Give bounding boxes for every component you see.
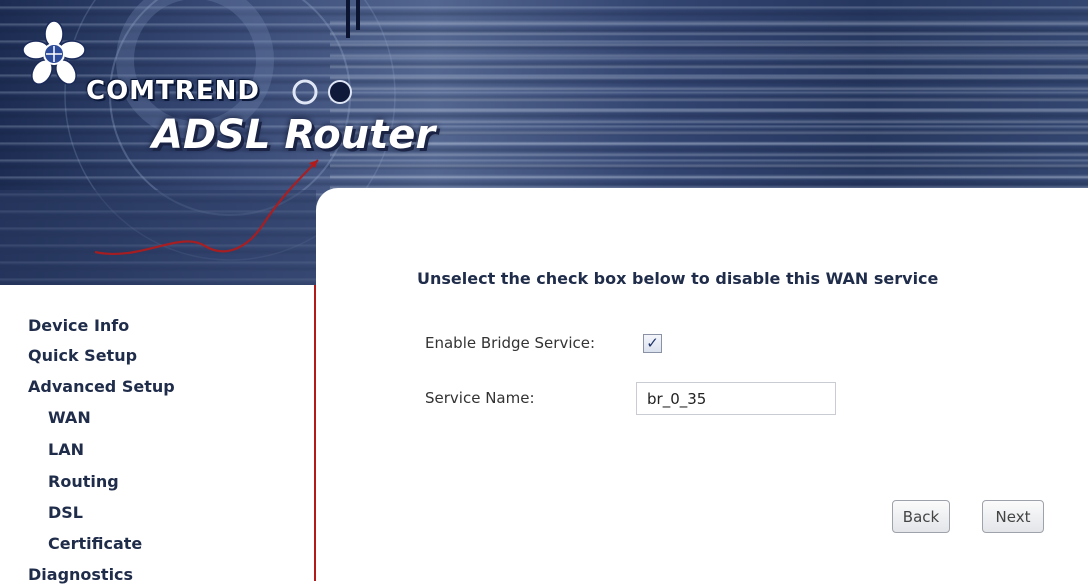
sidebar-item-routing[interactable]: Routing (48, 472, 119, 491)
sidebar-item-device-info[interactable]: Device Info (28, 316, 129, 335)
service-name-input[interactable] (636, 382, 836, 415)
sidebar-nav: Device Info Quick Setup Advanced Setup W… (0, 285, 316, 584)
sidebar-item-quick-setup[interactable]: Quick Setup (28, 346, 137, 365)
page-heading: Unselect the check box below to disable … (417, 269, 939, 288)
sidebar-item-dsl[interactable]: DSL (48, 503, 83, 522)
brand-logo-text: COMTREND (86, 76, 260, 106)
product-title: ADSL Router (152, 112, 436, 158)
comtrend-flower-logo-icon (22, 20, 86, 85)
back-button[interactable]: Back (892, 500, 950, 533)
main-content: Unselect the check box below to disable … (316, 188, 1088, 581)
enable-bridge-label: Enable Bridge Service: (425, 334, 596, 352)
sidebar-item-wan[interactable]: WAN (48, 408, 91, 427)
sidebar-item-lan[interactable]: LAN (48, 440, 84, 459)
enable-bridge-checkbox[interactable]: ✓ (643, 334, 662, 353)
sidebar-item-advanced-setup[interactable]: Advanced Setup (28, 377, 175, 396)
next-button[interactable]: Next (982, 500, 1044, 533)
service-name-label: Service Name: (425, 389, 535, 407)
checkmark-icon: ✓ (646, 334, 659, 352)
sidebar-item-certificate[interactable]: Certificate (48, 534, 142, 553)
sidebar-item-diagnostics[interactable]: Diagnostics (28, 565, 133, 584)
